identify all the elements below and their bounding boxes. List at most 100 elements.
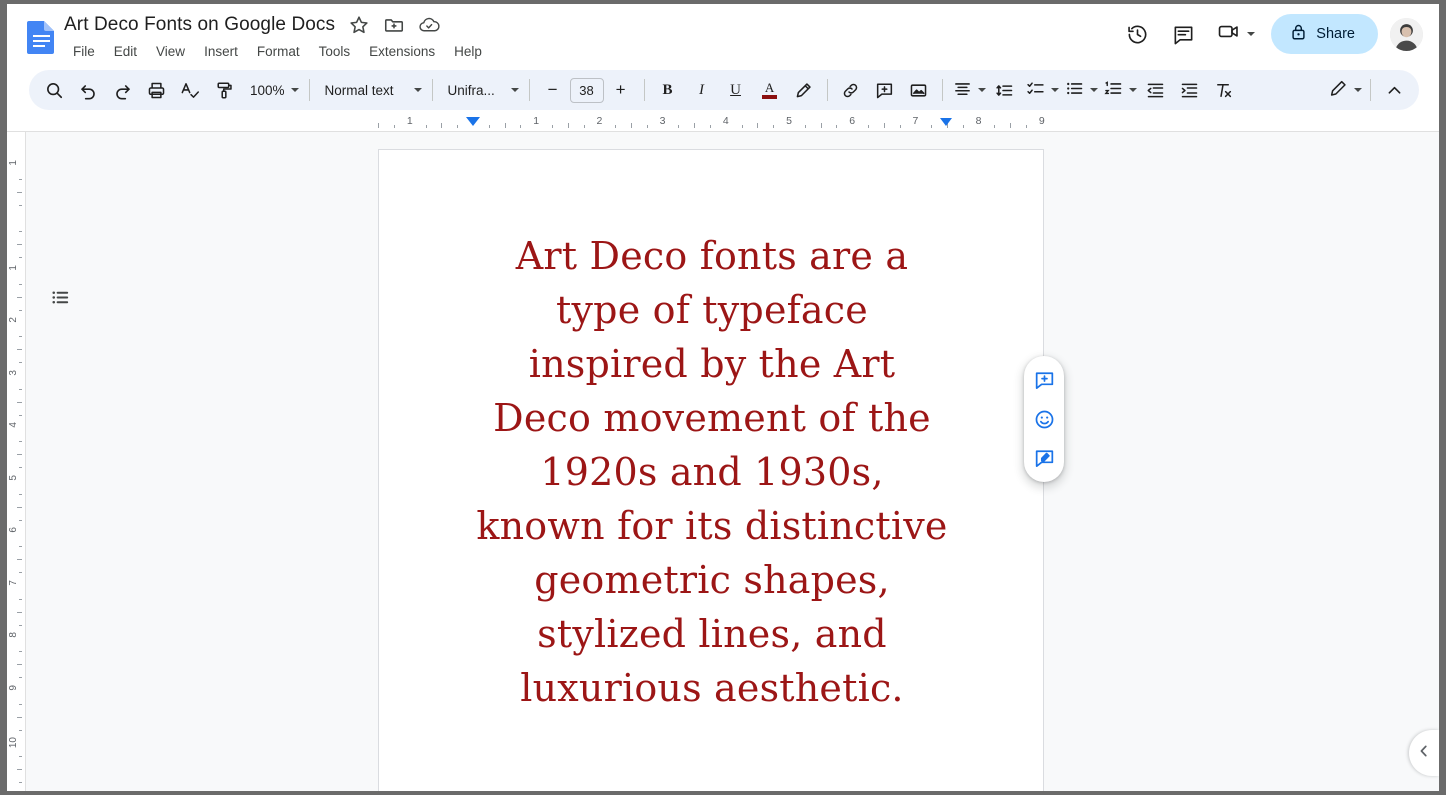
text-color-button[interactable]: A <box>755 75 785 105</box>
ruler-tick <box>931 125 932 128</box>
ruler-tick <box>17 559 22 560</box>
version-history-icon[interactable] <box>1117 14 1157 54</box>
cloud-saved-icon[interactable] <box>418 14 440 36</box>
document-page[interactable]: Art Deco fonts are a type of typeface in… <box>378 149 1044 791</box>
underline-button[interactable]: U <box>721 75 751 105</box>
insert-link-icon[interactable] <box>836 75 866 105</box>
menu-view[interactable]: View <box>148 42 193 61</box>
menu-tools[interactable]: Tools <box>311 42 359 61</box>
google-docs-logo-icon[interactable] <box>25 19 58 54</box>
undo-icon[interactable] <box>73 75 103 105</box>
decrease-indent-icon[interactable] <box>1141 75 1171 105</box>
right-indent-marker[interactable] <box>940 118 952 126</box>
clear-formatting-icon[interactable] <box>1209 75 1239 105</box>
folder-move-icon[interactable] <box>383 14 405 36</box>
redo-icon[interactable] <box>107 75 137 105</box>
chevron-down-icon <box>1129 88 1137 92</box>
paragraph-style-selector[interactable]: Normal text <box>316 76 426 104</box>
add-comment-icon[interactable] <box>870 75 900 105</box>
menu-extensions[interactable]: Extensions <box>361 42 443 61</box>
document-text[interactable]: Art Deco fonts are a type of typeface in… <box>475 230 949 716</box>
chevron-down-icon <box>1354 88 1362 92</box>
font-size-input[interactable]: 38 <box>570 78 604 103</box>
join-meeting-button[interactable] <box>1209 14 1261 54</box>
ruler-tick <box>19 415 22 416</box>
highlight-pen-icon[interactable] <box>789 75 819 105</box>
ruler-tick <box>19 467 22 468</box>
ruler-tick <box>17 297 22 298</box>
ruler-tick <box>17 769 22 770</box>
spellcheck-icon[interactable] <box>175 75 205 105</box>
ruler-tick <box>552 125 553 128</box>
ruler-label: 2 <box>8 317 19 323</box>
checklist-button[interactable] <box>1022 76 1061 104</box>
ruler-label: 1 <box>8 265 19 271</box>
menu-insert[interactable]: Insert <box>196 42 246 61</box>
ruler-label: 8 <box>976 115 982 127</box>
star-icon[interactable] <box>348 14 370 36</box>
lock-icon <box>1290 23 1307 45</box>
zoom-level-selector[interactable]: 100% <box>241 76 303 104</box>
bold-button[interactable]: B <box>653 75 683 105</box>
ruler-tick <box>17 507 22 508</box>
suggest-edit-button[interactable] <box>1028 442 1060 474</box>
left-indent-marker[interactable] <box>466 117 480 126</box>
google-docs-window: Art Deco Fonts on Google Docs <box>7 4 1439 791</box>
bulleted-list-button[interactable] <box>1061 76 1100 104</box>
bulleted-list-icon <box>1065 79 1084 101</box>
ruler-tick <box>678 125 679 128</box>
vertical-ruler[interactable]: 112345678910 <box>7 132 26 791</box>
ruler-label: 8 <box>8 632 19 638</box>
paint-format-icon[interactable] <box>209 75 239 105</box>
ruler-tick <box>647 125 648 128</box>
menu-edit[interactable]: Edit <box>106 42 145 61</box>
ruler-tick <box>17 244 22 245</box>
add-emoji-reaction-button[interactable] <box>1028 403 1060 435</box>
ruler-tick <box>505 123 506 128</box>
ruler-tick <box>19 441 22 442</box>
chevron-down-icon <box>511 88 519 92</box>
ruler-tick <box>19 572 22 573</box>
increase-indent-icon[interactable] <box>1175 75 1205 105</box>
menu-bar: File Edit View Insert Format Tools Exten… <box>65 42 490 61</box>
app-header: Art Deco Fonts on Google Docs <box>7 4 1439 68</box>
share-label: Share <box>1316 26 1355 42</box>
ruler-tick <box>821 123 822 128</box>
ruler-tick <box>19 205 22 206</box>
menu-format[interactable]: Format <box>249 42 308 61</box>
ruler-tick <box>19 677 22 678</box>
ruler-tick <box>489 125 490 128</box>
italic-button[interactable]: I <box>687 75 717 105</box>
chevron-down-icon <box>414 88 422 92</box>
editing-mode-button[interactable] <box>1325 76 1364 104</box>
menu-help[interactable]: Help <box>446 42 490 61</box>
insert-image-icon[interactable] <box>904 75 934 105</box>
document-title[interactable]: Art Deco Fonts on Google Docs <box>64 14 335 36</box>
print-icon[interactable] <box>141 75 171 105</box>
text-color-letter: A <box>765 81 774 94</box>
ruler-tick <box>19 257 22 258</box>
decrease-font-size-button[interactable]: − <box>538 75 568 105</box>
search-icon[interactable] <box>39 75 69 105</box>
ruler-tick <box>1010 123 1011 128</box>
font-family-selector[interactable]: Unifra... <box>439 76 523 104</box>
comment-history-icon[interactable] <box>1163 14 1203 54</box>
share-button[interactable]: Share <box>1271 14 1378 54</box>
document-outline-icon[interactable] <box>45 282 75 312</box>
align-center-button[interactable] <box>949 76 988 104</box>
increase-font-size-button[interactable]: + <box>606 75 636 105</box>
menu-file[interactable]: File <box>65 42 103 61</box>
expand-side-panel-button[interactable] <box>1409 730 1439 776</box>
ruler-tick <box>19 284 22 285</box>
chevron-left-icon <box>1417 744 1431 763</box>
ruler-label: 4 <box>723 115 729 127</box>
ruler-tick <box>19 362 22 363</box>
horizontal-ruler[interactable]: 1123456789 <box>7 114 1439 132</box>
account-avatar[interactable] <box>1390 18 1423 51</box>
numbered-list-button[interactable] <box>1100 76 1139 104</box>
ruler-label: 3 <box>8 370 19 376</box>
add-comment-button[interactable] <box>1028 364 1060 396</box>
collapse-toolbar-icon[interactable] <box>1379 75 1409 105</box>
ruler-label: 1 <box>8 160 19 166</box>
line-spacing-icon[interactable] <box>990 75 1020 105</box>
